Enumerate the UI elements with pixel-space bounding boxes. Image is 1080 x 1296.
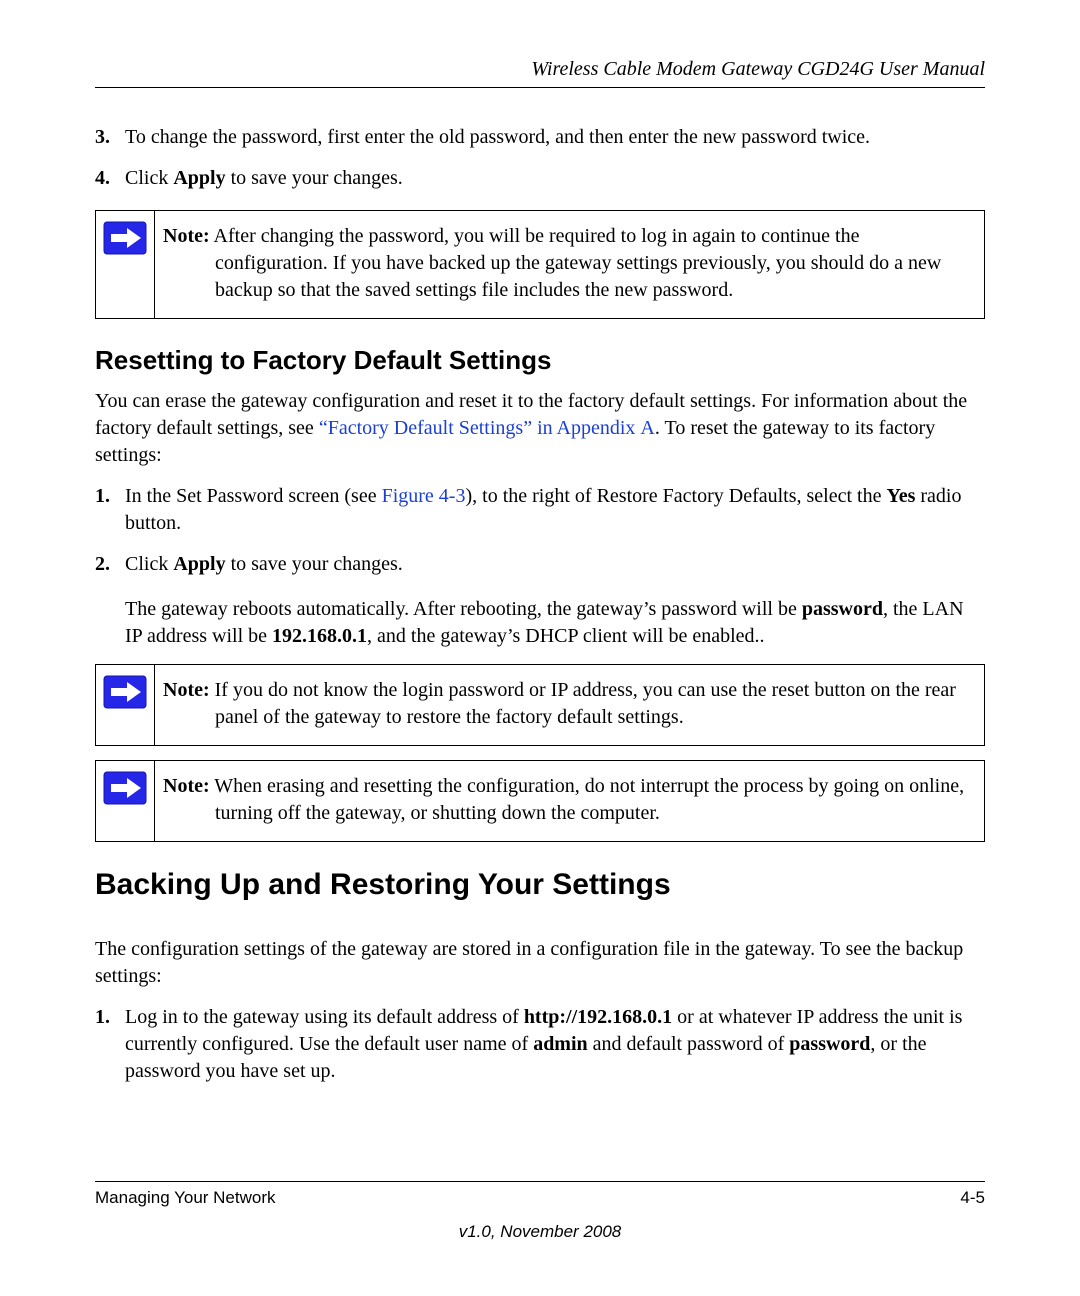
note-box: Note: After changing the password, you w…	[95, 210, 985, 319]
item-number: 2.	[95, 551, 125, 578]
bold-text: Apply	[173, 553, 225, 575]
text: and default password of	[588, 1033, 790, 1055]
section-intro: You can erase the gateway configuration …	[95, 388, 985, 469]
text: In the Set Password screen (see	[125, 485, 382, 507]
bold-text: 192.168.0.1	[272, 625, 367, 647]
bold-text: Apply	[173, 167, 225, 189]
bold-text: admin	[533, 1033, 587, 1055]
bold-text: password	[802, 598, 883, 620]
note-body: After changing the password, you will be…	[210, 225, 942, 301]
link-appendix-a[interactable]: “Factory Default Settings” in Appendix A	[319, 417, 655, 439]
list-item: 2. Click Apply to save your changes.	[95, 551, 985, 578]
note-body: When erasing and resetting the configura…	[210, 775, 964, 824]
page-footer: Managing Your Network 4-5	[95, 1181, 985, 1208]
list-item: 4. Click Apply to save your changes.	[95, 165, 985, 192]
list-item: 3. To change the password, first enter t…	[95, 124, 985, 151]
section-intro: The configuration settings of the gatewa…	[95, 936, 985, 990]
arrow-right-icon	[103, 675, 147, 709]
page-number: 4-5	[960, 1188, 985, 1208]
text: ), to the right of Restore Factory Defau…	[465, 485, 886, 507]
note-box: Note: When erasing and resetting the con…	[95, 760, 985, 842]
arrow-right-icon	[103, 221, 147, 255]
backup-steps: 1. Log in to the gateway using its defau…	[95, 1004, 985, 1085]
note-icon-cell	[95, 210, 154, 319]
list-item: 1. In the Set Password screen (see Figur…	[95, 483, 985, 537]
note-text: Note: If you do not know the login passw…	[154, 664, 985, 746]
text: , and the gateway’s DHCP client will be …	[367, 625, 765, 647]
running-header: Wireless Cable Modem Gateway CGD24G User…	[95, 58, 985, 87]
note-label: Note:	[163, 679, 210, 701]
bold-text: http://192.168.0.1	[524, 1006, 672, 1028]
text: to save your changes.	[226, 553, 403, 575]
text: The gateway reboots automatically. After…	[125, 598, 802, 620]
header-rule	[95, 87, 985, 88]
text: Log in to the gateway using its default …	[125, 1006, 524, 1028]
step-result: The gateway reboots automatically. After…	[125, 596, 985, 650]
footer-rule: Managing Your Network 4-5	[95, 1181, 985, 1208]
item-number: 1.	[95, 1004, 125, 1085]
bold-text: Yes	[886, 485, 915, 507]
reset-steps: 1. In the Set Password screen (see Figur…	[95, 483, 985, 578]
footer-version: v1.0, November 2008	[95, 1222, 985, 1242]
arrow-right-icon	[103, 771, 147, 805]
text: to save your changes.	[226, 167, 403, 189]
note-icon-cell	[95, 760, 154, 842]
item-number: 1.	[95, 483, 125, 537]
item-text: Click Apply to save your changes.	[125, 165, 985, 192]
link-figure-4-3[interactable]: Figure 4-3	[382, 485, 466, 507]
item-text: In the Set Password screen (see Figure 4…	[125, 483, 985, 537]
note-icon-cell	[95, 664, 154, 746]
text: Click	[125, 553, 173, 575]
section-heading-backup: Backing Up and Restoring Your Settings	[95, 868, 985, 902]
item-number: 4.	[95, 165, 125, 192]
item-text: Click Apply to save your changes.	[125, 551, 985, 578]
note-text: Note: When erasing and resetting the con…	[154, 760, 985, 842]
note-box: Note: If you do not know the login passw…	[95, 664, 985, 746]
note-label: Note:	[163, 775, 210, 797]
item-number: 3.	[95, 124, 125, 151]
footer-section: Managing Your Network	[95, 1188, 276, 1208]
item-text: To change the password, first enter the …	[125, 124, 985, 151]
note-body: If you do not know the login password or…	[210, 679, 956, 728]
note-text: Note: After changing the password, you w…	[154, 210, 985, 319]
list-item: 1. Log in to the gateway using its defau…	[95, 1004, 985, 1085]
password-steps-continued: 3. To change the password, first enter t…	[95, 124, 985, 192]
page: Wireless Cable Modem Gateway CGD24G User…	[0, 0, 1080, 1296]
item-text: Log in to the gateway using its default …	[125, 1004, 985, 1085]
note-label: Note:	[163, 225, 210, 247]
bold-text: password	[789, 1033, 870, 1055]
section-heading-reset: Resetting to Factory Default Settings	[95, 345, 985, 376]
text: Click	[125, 167, 173, 189]
